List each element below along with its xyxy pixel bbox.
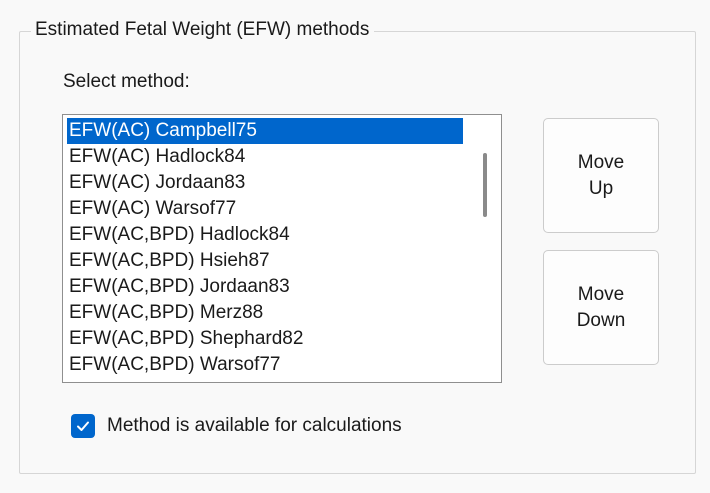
method-list-item[interactable]: EFW(AC) Campbell75 bbox=[67, 118, 463, 144]
method-list-item[interactable]: EFW(AC,BPD) Warsof77 bbox=[67, 352, 463, 378]
select-method-label: Select method: bbox=[63, 71, 190, 92]
method-list-item[interactable]: EFW(AC) Warsof77 bbox=[67, 196, 463, 222]
method-list-item[interactable]: EFW(AC,BPD) Hadlock84 bbox=[67, 222, 463, 248]
method-list-item[interactable]: EFW(AC) Hadlock84 bbox=[67, 144, 463, 170]
listbox-scrollbar-thumb[interactable] bbox=[483, 153, 487, 217]
method-listbox[interactable]: EFW(AC) Campbell75 EFW(AC) Hadlock84 EFW… bbox=[62, 114, 502, 383]
availability-checkbox-label: Method is available for calculations bbox=[107, 415, 402, 436]
availability-checkbox[interactable] bbox=[71, 414, 95, 438]
move-up-button[interactable]: Move Up bbox=[543, 118, 659, 233]
method-list-item[interactable]: EFW(AC) Jordaan83 bbox=[67, 170, 463, 196]
groupbox-title: Estimated Fetal Weight (EFW) methods bbox=[31, 18, 375, 42]
availability-checkbox-row[interactable]: Method is available for calculations bbox=[71, 414, 402, 438]
method-list-item[interactable]: EFW(AC,BPD) Shephard82 bbox=[67, 326, 463, 352]
method-list-item[interactable]: EFW(AC,BPD) Merz88 bbox=[67, 300, 463, 326]
method-list-item[interactable]: EFW(AC,BPD) Hsieh87 bbox=[67, 248, 463, 274]
move-down-button[interactable]: Move Down bbox=[543, 250, 659, 365]
checkmark-icon bbox=[77, 421, 89, 431]
method-list-item[interactable]: EFW(AC,BPD) Jordaan83 bbox=[67, 274, 463, 300]
